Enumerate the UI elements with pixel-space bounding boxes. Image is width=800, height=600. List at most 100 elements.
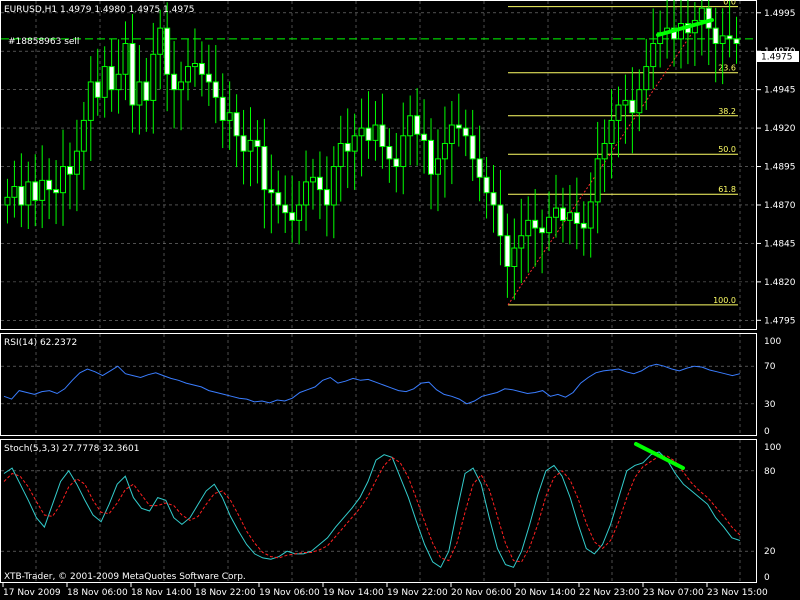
candle-body <box>233 112 240 137</box>
x-tick-label: 18 Nov 06:00 <box>67 588 128 598</box>
candle-body <box>365 127 372 141</box>
candle-body <box>87 81 94 121</box>
candle-body <box>122 43 129 75</box>
rsi-tick-label: 100 <box>764 337 781 347</box>
candle-body <box>379 124 386 148</box>
candle-body <box>337 142 344 168</box>
candle-body <box>289 212 296 221</box>
candle-body <box>323 189 330 206</box>
candle-body <box>546 216 553 234</box>
candle-body <box>469 135 476 160</box>
fib-level-label: 61.8 <box>718 185 736 194</box>
candle-body <box>344 142 351 152</box>
candle-body <box>566 212 573 221</box>
rsi-line <box>3 363 741 405</box>
candle-body <box>53 189 60 194</box>
candle-body <box>580 222 587 229</box>
candle-body <box>226 112 233 121</box>
candle-body <box>518 235 525 249</box>
stoch-tick-label: 80 <box>764 467 776 477</box>
candle-body <box>351 135 358 152</box>
candle-body <box>629 99 636 114</box>
candle-body <box>254 139 261 148</box>
candle-body <box>400 135 407 168</box>
candle-body <box>643 66 650 91</box>
candle-body <box>483 176 490 194</box>
terminal-chart-window: 0.023.638.250.061.8100.0 1.49951.49701.4… <box>0 0 800 600</box>
candle-body <box>268 189 275 194</box>
candle-body <box>553 207 559 218</box>
candle-body <box>636 89 643 114</box>
candle-body <box>261 146 268 191</box>
fib-level-label: 23.6 <box>718 64 736 73</box>
stochastic-lines <box>3 442 741 569</box>
candle-body <box>677 23 684 40</box>
candle-body <box>428 139 435 175</box>
rsi-panel-frame <box>0 333 757 436</box>
stoch-header: Stoch(5,3,3) 27.7778 32.3601 <box>4 444 139 454</box>
candle-body <box>525 219 532 237</box>
candle-body <box>212 81 219 98</box>
candle-body <box>650 43 657 68</box>
candle-body <box>511 247 518 267</box>
candle-body <box>386 146 393 160</box>
candle-body <box>143 81 150 101</box>
candle-body <box>101 66 108 98</box>
stoch-tick-label: 20 <box>764 547 776 557</box>
stoch-main-line <box>3 451 741 569</box>
candle-body <box>275 192 282 206</box>
candlestick-series <box>4 0 740 300</box>
candle-body <box>316 176 323 191</box>
y-tick-label: 1.4895 <box>764 163 796 173</box>
candle-body <box>705 7 712 29</box>
candle-body <box>372 124 379 141</box>
x-tick-label: 17 Nov 2009 <box>3 588 61 598</box>
fib-level-label: 100.0 <box>713 296 736 305</box>
candle-body <box>150 53 157 101</box>
stoch-tick-label: 0 <box>764 573 770 583</box>
chart-canvas[interactable]: 0.023.638.250.061.8100.0 1.49951.49701.4… <box>0 0 800 600</box>
candle-body <box>18 186 25 206</box>
y-tick-label: 1.4995 <box>764 9 796 19</box>
y-tick-label: 1.4920 <box>764 124 796 134</box>
fib-level-label: 38.2 <box>718 107 736 116</box>
candle-body <box>60 166 67 194</box>
candle-body <box>115 73 122 91</box>
candle-body <box>726 35 733 40</box>
y-tick-label: 1.4870 <box>764 201 796 211</box>
candle-body <box>219 96 226 121</box>
candle-body <box>539 227 546 234</box>
candle-body <box>358 127 365 137</box>
candle-body <box>66 166 73 175</box>
x-tick-label: 19 Nov 14:00 <box>323 588 384 598</box>
y-tick-label: 1.4795 <box>764 316 796 326</box>
copyright-text: XTB-Trader, © 2001-2009 MetaQuotes Softw… <box>4 572 246 582</box>
candle-body <box>608 119 615 144</box>
candle-body <box>240 135 247 152</box>
candle-body <box>719 35 726 45</box>
candle-body <box>490 192 497 206</box>
x-tick-label: 20 Nov 06:00 <box>451 588 512 598</box>
candle-body <box>4 196 11 206</box>
y-tick-label: 1.4820 <box>764 278 796 288</box>
x-tick-label: 20 Nov 14:00 <box>515 588 576 598</box>
candle-body <box>421 133 428 141</box>
candle-body <box>559 207 566 221</box>
rsi-tick-label: 0 <box>764 427 770 437</box>
rsi-series-line <box>3 363 741 405</box>
fib-level-label: 50.0 <box>718 145 736 154</box>
candle-body <box>296 204 303 221</box>
candle-body <box>205 73 212 83</box>
candle-body <box>164 27 171 75</box>
x-tick-label: 19 Nov 06:00 <box>259 588 320 598</box>
candle-body <box>171 73 178 91</box>
candle-body <box>178 81 185 91</box>
candle-body <box>587 201 594 229</box>
stoch-tick-label: 100 <box>764 443 781 453</box>
candle-body <box>698 7 705 21</box>
candle-body <box>303 181 310 206</box>
candle-body <box>157 27 164 55</box>
time-axis: 17 Nov 2009 18 Nov 06:00 18 Nov 14:00 18 No… <box>2 583 768 598</box>
x-tick-label: 23 Nov 07:00 <box>643 588 704 598</box>
candle-body <box>733 38 740 45</box>
